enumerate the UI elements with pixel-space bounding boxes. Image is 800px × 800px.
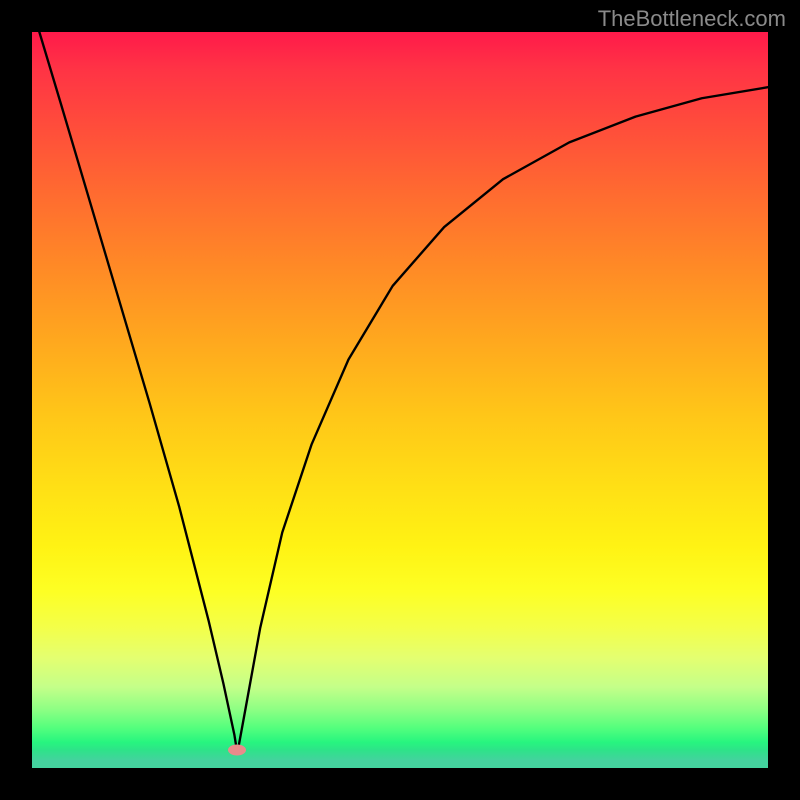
plot-frame xyxy=(32,32,768,768)
chart-stage: TheBottleneck.com xyxy=(0,0,800,800)
minimum-marker-dot xyxy=(228,744,246,755)
bottleneck-curve xyxy=(32,32,768,768)
curve-path xyxy=(39,32,768,753)
watermark-text: TheBottleneck.com xyxy=(598,6,786,32)
